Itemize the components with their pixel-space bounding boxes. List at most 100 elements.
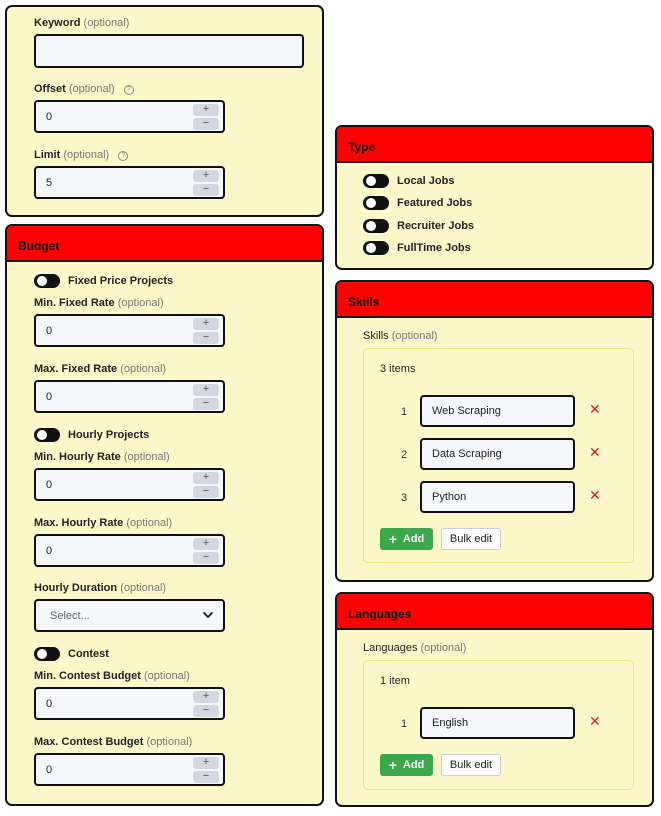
min-hourly-rate-input[interactable]: 0 + − xyxy=(34,468,225,501)
increment-button[interactable]: + xyxy=(193,104,219,116)
max-fixed-rate-input[interactable]: 0 + − xyxy=(34,380,225,413)
max-contest-budget-label-text: Max. Contest Budget xyxy=(34,736,144,748)
skill-value: Data Scraping xyxy=(432,448,502,460)
skill-value: Python xyxy=(432,491,467,503)
add-skill-button[interactable]: + Add xyxy=(380,528,433,550)
decrement-button[interactable]: − xyxy=(193,184,219,196)
fulltime-jobs-toggle[interactable] xyxy=(363,241,389,255)
offset-stepper: + − xyxy=(193,104,219,131)
increment-button[interactable]: + xyxy=(193,318,219,330)
optional-hint: (optional) xyxy=(68,83,115,95)
languages-header: Languages xyxy=(337,594,652,630)
add-language-button[interactable]: + Add xyxy=(380,754,433,776)
list-item-number: 1 xyxy=(401,718,408,730)
skill-input[interactable]: Web Scraping xyxy=(420,395,575,427)
skills-card: Skills Skills (optional) 3 items 1 Web S… xyxy=(335,280,654,582)
decrement-button[interactable]: − xyxy=(193,118,219,130)
plus-icon: + xyxy=(388,531,397,547)
decrement-button[interactable]: − xyxy=(193,705,219,717)
keyword-input[interactable] xyxy=(34,34,304,68)
increment-button[interactable]: + xyxy=(193,538,219,550)
hourly-projects-toggle[interactable] xyxy=(34,428,60,442)
optional-hint: (optional) xyxy=(83,17,130,29)
skills-count: 3 items xyxy=(380,363,416,375)
max-fixed-rate-stepper: + − xyxy=(193,384,219,411)
optional-hint: (optional) xyxy=(146,736,193,748)
remove-icon[interactable]: ✕ xyxy=(589,487,601,504)
featured-jobs-toggle-label: Featured Jobs xyxy=(397,197,473,209)
skill-value: Web Scraping xyxy=(432,405,501,417)
min-hourly-rate-label: Min. Hourly Rate (optional) xyxy=(34,451,170,463)
optional-hint: (optional) xyxy=(420,642,467,654)
max-contest-budget-value: 0 xyxy=(46,764,53,776)
limit-input[interactable]: 5 + − xyxy=(34,166,225,199)
max-contest-budget-input[interactable]: 0 + − xyxy=(34,753,225,786)
add-button-label: Add xyxy=(402,759,425,771)
recruiter-jobs-toggle-label: Recruiter Jobs xyxy=(397,220,475,232)
decrement-button[interactable]: − xyxy=(193,771,219,783)
toggle-knob xyxy=(366,221,376,231)
min-contest-budget-input[interactable]: 0 + − xyxy=(34,687,225,720)
max-fixed-rate-value: 0 xyxy=(46,391,53,403)
optional-hint: (optional) xyxy=(63,149,110,161)
help-icon[interactable]: ? xyxy=(118,151,129,161)
offset-input[interactable]: 0 + − xyxy=(34,100,225,133)
select-placeholder: Select... xyxy=(50,610,90,622)
increment-button[interactable]: + xyxy=(193,384,219,396)
increment-button[interactable]: + xyxy=(193,757,219,769)
max-contest-budget-stepper: + − xyxy=(193,757,219,784)
bulk-edit-skills-button[interactable]: Bulk edit xyxy=(441,528,501,550)
skill-input[interactable]: Data Scraping xyxy=(420,438,575,470)
min-contest-budget-label-text: Min. Contest Budget xyxy=(34,670,141,682)
chevron-down-icon xyxy=(201,608,215,627)
max-hourly-rate-input[interactable]: 0 + − xyxy=(34,534,225,567)
search-params-card: Keyword (optional) Offset (optional) ? 0… xyxy=(5,5,324,217)
language-input[interactable]: English xyxy=(420,707,575,739)
local-jobs-toggle[interactable] xyxy=(363,174,389,188)
decrement-button[interactable]: − xyxy=(193,332,219,344)
contest-toggle[interactable] xyxy=(34,647,60,661)
increment-button[interactable]: + xyxy=(193,691,219,703)
bulk-edit-languages-button[interactable]: Bulk edit xyxy=(441,754,501,776)
decrement-button[interactable]: − xyxy=(193,552,219,564)
increment-button[interactable]: + xyxy=(193,472,219,484)
increment-button[interactable]: + xyxy=(193,170,219,182)
fixed-price-toggle[interactable] xyxy=(34,274,60,288)
min-contest-budget-label: Min. Contest Budget (optional) xyxy=(34,670,190,682)
decrement-button[interactable]: − xyxy=(193,398,219,410)
decrement-button[interactable]: − xyxy=(193,486,219,498)
budget-header: Budget xyxy=(7,226,322,262)
toggle-knob xyxy=(366,198,376,208)
offset-value: 0 xyxy=(46,111,53,123)
keyword-label-text: Keyword xyxy=(34,17,81,29)
list-item-number: 3 xyxy=(401,492,408,504)
recruiter-jobs-toggle[interactable] xyxy=(363,219,389,233)
optional-hint: (optional) xyxy=(120,363,167,375)
add-button-label: Add xyxy=(402,533,425,545)
min-hourly-rate-value: 0 xyxy=(46,479,53,491)
max-fixed-rate-label-text: Max. Fixed Rate xyxy=(34,363,118,375)
hourly-duration-label-text: Hourly Duration xyxy=(34,582,118,594)
fixed-price-toggle-label: Fixed Price Projects xyxy=(68,275,174,287)
optional-hint: (optional) xyxy=(123,451,170,463)
remove-icon[interactable]: ✕ xyxy=(589,401,601,418)
skill-input[interactable]: Python xyxy=(420,481,575,513)
toggle-knob xyxy=(37,649,47,659)
featured-jobs-toggle[interactable] xyxy=(363,196,389,210)
skills-label: Skills (optional) xyxy=(363,330,438,342)
remove-icon[interactable]: ✕ xyxy=(589,444,601,461)
list-item-number: 2 xyxy=(401,449,408,461)
optional-hint: (optional) xyxy=(126,517,173,529)
optional-hint: (optional) xyxy=(120,582,167,594)
min-fixed-rate-input[interactable]: 0 + − xyxy=(34,314,225,347)
remove-icon[interactable]: ✕ xyxy=(589,713,601,730)
languages-count: 1 item xyxy=(380,675,410,687)
hourly-duration-select[interactable]: Select... xyxy=(34,599,225,632)
max-contest-budget-label: Max. Contest Budget (optional) xyxy=(34,736,192,748)
type-card: Type Local Jobs Featured Jobs Recruiter … xyxy=(335,125,654,270)
max-hourly-rate-value: 0 xyxy=(46,545,53,557)
help-icon[interactable]: ? xyxy=(123,85,134,95)
hourly-duration-label: Hourly Duration (optional) xyxy=(34,582,166,594)
budget-card: Budget Fixed Price Projects Min. Fixed R… xyxy=(5,224,324,806)
min-fixed-rate-label-text: Min. Fixed Rate xyxy=(34,297,115,309)
